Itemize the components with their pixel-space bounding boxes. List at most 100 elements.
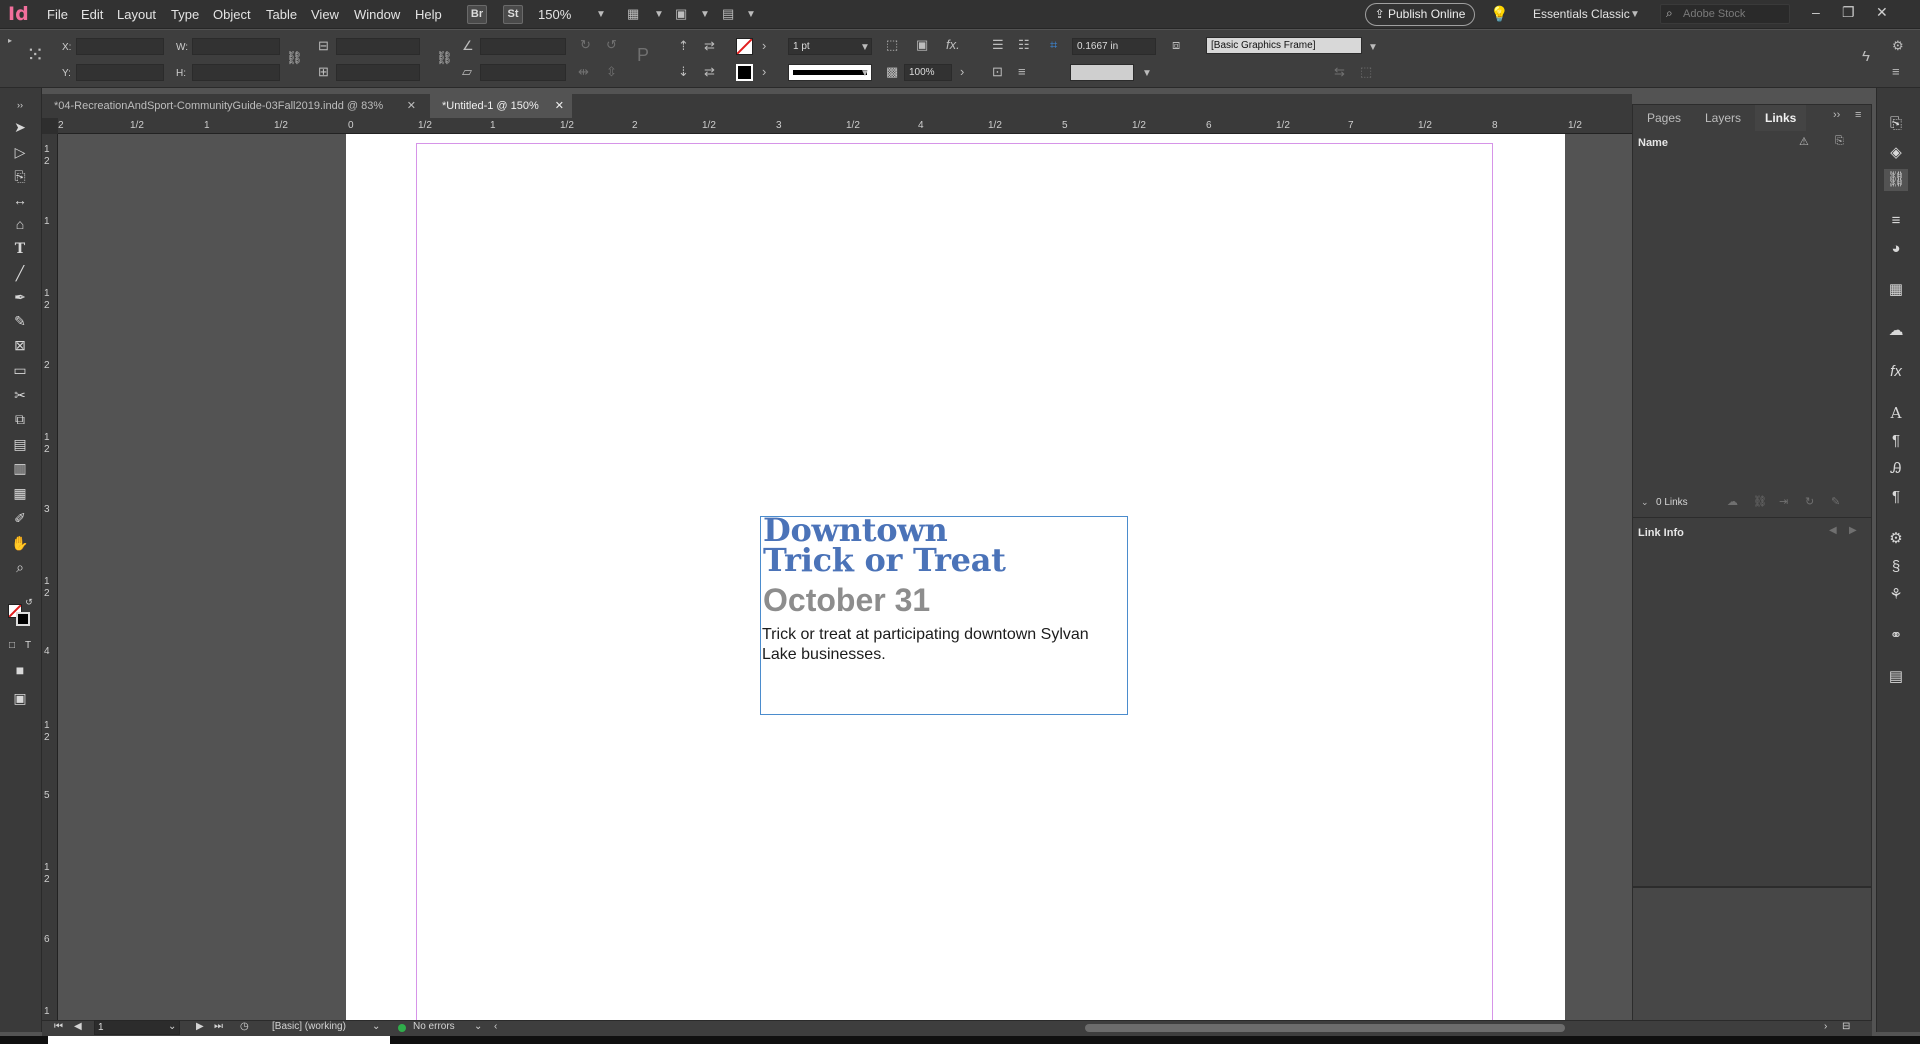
offset-field[interactable]: 0.1667 in [1072,38,1156,55]
scissors-tool-icon[interactable]: ✂ [9,385,31,405]
eyedropper-tool-icon[interactable]: ✐ [9,508,31,528]
horizontal-scrollbar[interactable] [1085,1024,1565,1032]
rotate-ccw-icon[interactable]: ↺ [606,37,617,53]
scale-y-icon[interactable]: ⊞ [318,64,329,80]
fill-menu-icon[interactable]: › [762,38,766,53]
type-tool-icon[interactable]: T [9,239,31,259]
redefine-style-icon[interactable]: ⬚ [1360,64,1372,80]
chevron-down-icon[interactable]: ⌄ [1641,497,1649,508]
wrap-jump-icon[interactable]: ≡ [1018,64,1026,79]
tab-pages[interactable]: Pages [1647,105,1681,131]
taskbar-active-item[interactable] [48,1036,390,1044]
cc-libraries-icon[interactable]: ☁ [1884,320,1908,342]
constrain-scale-icon[interactable]: ⛓ [436,50,453,66]
select-next-icon[interactable]: ⇄ [704,64,715,80]
event-description[interactable]: Trick or treat at participating downtown… [762,625,1127,665]
flip-horizontal-icon[interactable]: ⇹ [578,64,589,80]
opacity-field[interactable]: 100% [904,64,952,81]
page-tool-icon[interactable]: ⎘ [9,166,31,186]
opacity-icon[interactable]: ▩ [886,64,898,80]
height-field[interactable] [192,64,280,81]
direct-selection-tool-icon[interactable]: ▷ [9,142,31,162]
menu-file[interactable]: File [47,7,68,22]
character-styles-icon[interactable]: Ꭿ [1884,458,1908,480]
gap-tool-icon[interactable]: ↔ [9,190,31,210]
line-tool-icon[interactable]: ╱ [9,263,31,283]
chevron-down-icon[interactable]: ▼ [1368,42,1378,53]
gradient-swatch-tool-icon[interactable]: ▤ [9,434,31,454]
close-icon[interactable]: ✕ [555,94,564,118]
hamburger-menu-icon[interactable]: ≡ [1892,64,1900,79]
chevron-down-icon[interactable]: ▼ [746,9,756,20]
swap-fill-stroke-icon[interactable]: ↺ [24,592,34,612]
chevron-down-icon[interactable]: ⌄ [372,1021,380,1032]
frame-fitting-icon[interactable]: ⬚ [886,37,898,53]
chevron-down-icon[interactable]: ▼ [860,68,870,79]
cloud-link-icon[interactable]: ☁ [1727,495,1738,508]
view-options-icon[interactable]: ▦ [627,6,639,22]
name-column-header[interactable]: Name [1638,137,1668,149]
table-icon[interactable]: ▤ [1884,666,1908,688]
chevron-down-icon[interactable]: ▼ [860,42,870,53]
zoom-level-field[interactable]: 150% [538,7,571,22]
previous-link-icon[interactable]: ◀ [1829,525,1837,536]
next-link-icon[interactable]: ▶ [1849,525,1857,536]
scale-y-field[interactable] [336,64,420,81]
align-icon[interactable]: ⚘ [1884,584,1908,606]
effects-icon[interactable]: fx. [946,37,960,52]
tab-untitled-1[interactable]: *Untitled-1 @ 150% ✕ [430,94,572,118]
formatting-container-icon[interactable]: □ [6,636,18,656]
ruler-origin[interactable] [42,118,58,134]
chevron-down-icon[interactable]: ▼ [1630,9,1640,20]
relink-icon[interactable]: ⛓ [1753,495,1767,508]
selection-tool-icon[interactable]: ➤ [9,117,31,137]
gear-icon[interactable]: ⚙ [1892,38,1904,54]
corner-options-icon[interactable]: ⌗ [1050,37,1057,53]
menu-help[interactable]: Help [415,7,442,22]
open-page-icon[interactable]: ◷ [240,1021,249,1032]
color-icon[interactable]: ◕ [1884,238,1908,260]
pen-tool-icon[interactable]: ✒ [9,287,31,307]
wrap-around-icon[interactable]: ⊡ [992,64,1003,80]
tab-community-guide[interactable]: *04-RecreationAndSport-CommunityGuide-03… [42,94,424,118]
arrange-documents-icon[interactable]: ▤ [722,6,734,22]
pencil-tool-icon[interactable]: ✎ [9,311,31,331]
chevron-down-icon[interactable]: ▼ [654,9,664,20]
shear-angle-field[interactable] [480,64,566,81]
flip-vertical-icon[interactable]: ⇳ [606,64,617,80]
rectangle-tool-icon[interactable]: ▭ [9,360,31,380]
content-collector-icon[interactable]: ⌂ [9,214,31,234]
warning-icon[interactable]: ⚠ [1799,135,1809,148]
panel-collapse-icon[interactable]: ›› [9,95,31,115]
align-right-icon[interactable]: ☷ [1018,37,1030,53]
rotate-cw-icon[interactable]: ↻ [580,37,591,53]
menu-type[interactable]: Type [171,7,199,22]
x-position-field[interactable] [76,38,164,55]
select-previous-icon[interactable]: ⇄ [704,38,715,54]
object-styles-icon[interactable]: ⚙ [1884,528,1908,550]
layers-icon[interactable]: ◈ [1884,142,1908,164]
close-icon[interactable]: ✕ [407,94,416,118]
event-date[interactable]: October 31 [763,582,930,619]
screen-mode-icon[interactable]: ▣ [9,688,31,708]
preflight-errors[interactable]: No errors [413,1021,455,1032]
adobe-stock-search-input[interactable]: Adobe Stock [1660,4,1790,24]
pages-icon[interactable]: ⎘ [1884,113,1908,135]
constrain-proportions-icon[interactable]: ⛓ [286,50,303,66]
select-content-icon[interactable]: ⇣ [678,64,689,80]
rotation-angle-field[interactable] [480,38,566,55]
opacity-menu-icon[interactable]: › [960,64,964,79]
scale-x-icon[interactable]: ⊟ [318,38,329,54]
event-headline[interactable]: Downtown Trick or Treat [763,514,1006,576]
chevron-down-icon[interactable]: ▼ [1142,68,1152,79]
last-page-icon[interactable]: ⏭ [214,1021,223,1032]
hand-tool-icon[interactable]: ✋ [9,533,31,553]
links-icon[interactable]: ⛓ [1884,169,1908,191]
free-transform-tool-icon[interactable]: ⧉ [9,409,31,429]
clear-overrides-icon[interactable]: ⇆ [1334,64,1345,80]
text-wrap-icon[interactable]: § [1884,556,1908,578]
chevron-down-icon[interactable]: ⌄ [168,1021,176,1032]
menu-object[interactable]: Object [213,7,251,22]
fit-content-icon[interactable]: ▣ [916,37,928,53]
panel-menu-icon[interactable]: ≡ [1855,109,1861,121]
